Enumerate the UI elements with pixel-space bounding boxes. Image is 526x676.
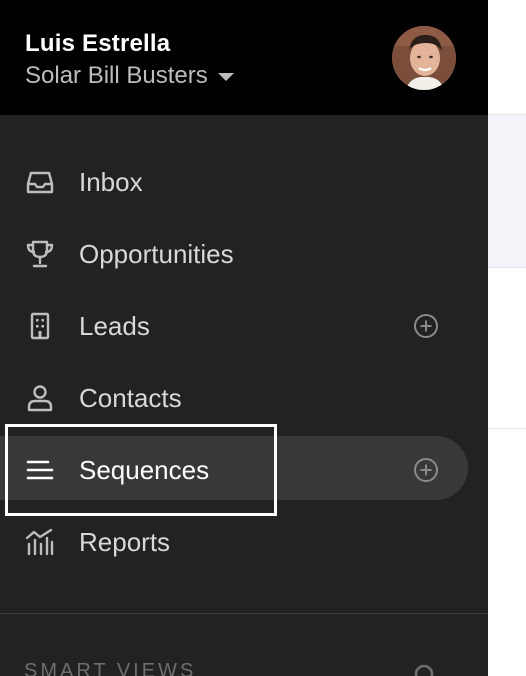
smart-views-heading: SMART VIEWS [24,660,197,676]
avatar[interactable] [392,26,456,90]
nav-item-contacts[interactable]: Contacts [0,360,488,432]
sidebar-divider [0,613,488,614]
inbox-icon [24,166,56,198]
list-lines-icon [24,454,56,486]
nav-item-label: Opportunities [79,239,234,269]
content-row[interactable] [488,114,526,268]
nav-item-label: Inbox [79,167,143,197]
person-icon [24,382,56,414]
main-content-edge [488,0,526,676]
trophy-icon [24,238,56,270]
account-header: Luis Estrella Solar Bill Busters [0,0,488,115]
nav-item-label: Sequences [79,455,210,485]
nav-item-label: Leads [79,311,150,341]
sidebar: Luis Estrella Solar Bill Busters Inbox O… [0,0,488,676]
bar-chart-icon [24,526,56,558]
add-lead-icon[interactable] [412,312,440,340]
building-icon [24,310,56,342]
nav-item-sequences[interactable]: Sequences [0,432,488,504]
organization-name: Solar Bill Busters [25,62,208,89]
add-sequence-icon[interactable] [412,456,440,484]
caret-down-icon [217,73,234,81]
nav-item-opportunities[interactable]: Opportunities [0,216,488,288]
content-divider [488,428,526,429]
user-name: Luis Estrella [25,30,171,57]
nav-item-label: Reports [79,527,171,557]
nav-item-label: Contacts [79,383,182,413]
active-highlight [0,436,468,500]
search-icon[interactable] [412,662,440,676]
nav-item-reports[interactable]: Reports [0,504,488,576]
nav-item-leads[interactable]: Leads [0,288,488,360]
nav-item-inbox[interactable]: Inbox [0,144,488,216]
organization-switcher[interactable]: Solar Bill Busters [25,61,234,91]
